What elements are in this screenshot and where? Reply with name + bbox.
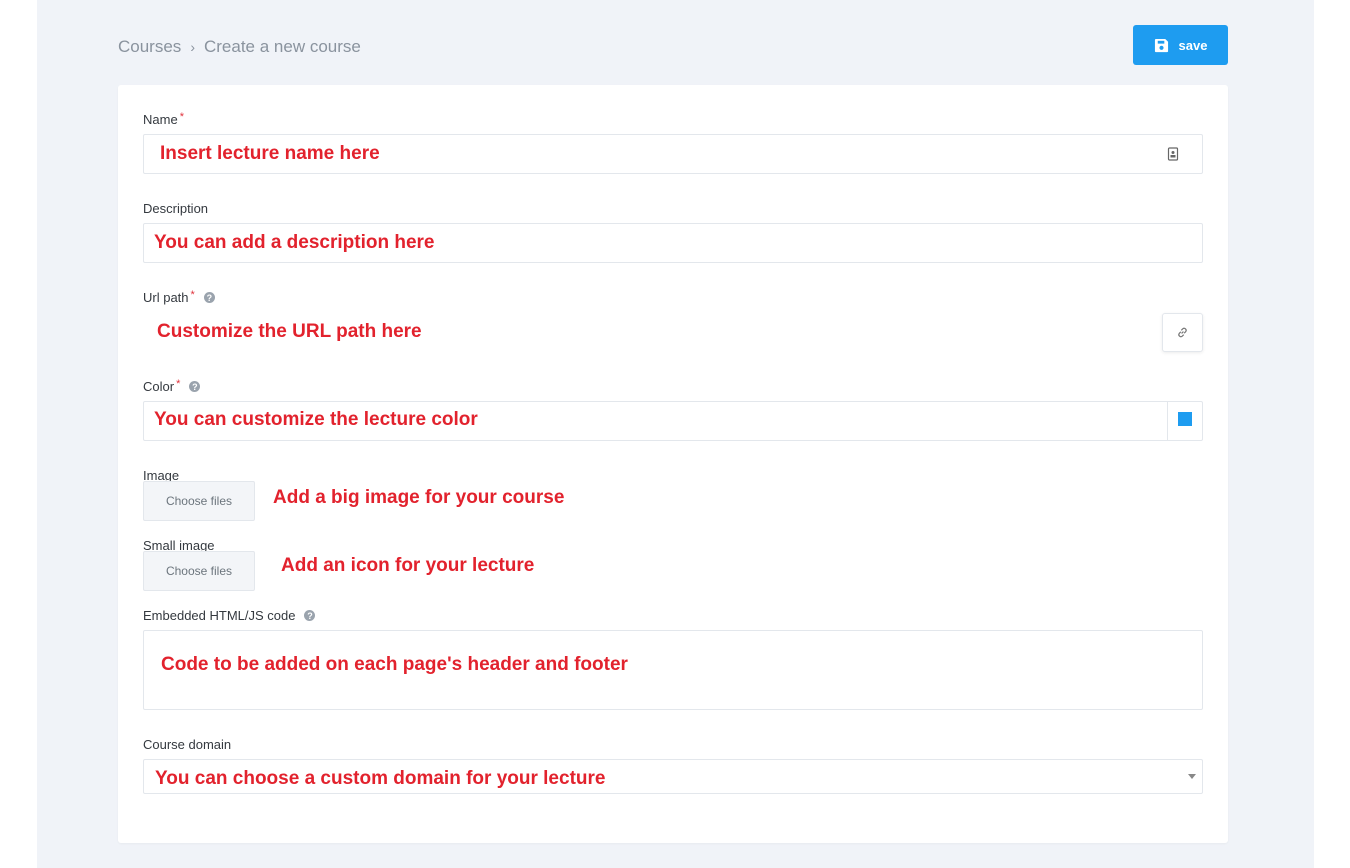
required-marker: * [179,111,184,123]
breadcrumb-current: Create a new course [203,37,361,56]
help-icon[interactable]: ? [203,292,215,303]
breadcrumb: Courses › Create a new course [118,36,361,58]
name-label: Name * [143,111,184,127]
image-choose-files-button[interactable]: Choose files [143,481,255,521]
help-icon[interactable]: ? [304,610,316,621]
save-button[interactable]: save [1133,25,1228,65]
breadcrumb-courses-link[interactable]: Courses [118,37,181,57]
course-domain-hint: You can choose a custom domain for your … [155,768,606,789]
course-form-card [118,85,1228,843]
color-hint: You can customize the lecture color [154,409,478,430]
link-button[interactable] [1162,313,1203,352]
image-hint: Add a big image for your course [273,487,565,508]
url-path-label: Url path * ? [143,289,215,305]
course-domain-label: Course domain [143,737,232,752]
chevron-down-icon [1188,774,1196,779]
description-hint: You can add a description here [154,232,435,253]
description-label: Description [143,201,209,216]
color-swatch [1178,411,1192,426]
contact-card-icon [1167,147,1179,161]
small-image-choose-files-button[interactable]: Choose files [143,551,255,591]
url-path-hint: Customize the URL path here [157,321,422,342]
required-marker: * [176,378,181,390]
color-picker-button[interactable] [1167,402,1202,441]
embedded-code-hint: Code to be added on each page's header a… [161,654,628,675]
small-image-hint: Add an icon for your lecture [281,555,535,576]
name-hint: Insert lecture name here [160,143,380,164]
color-label: Color * ? [143,378,201,394]
embedded-code-label: Embedded HTML/JS code ? [143,608,316,623]
link-icon [1178,327,1187,338]
floppy-disk-icon [1154,38,1168,52]
chevron-right-icon: › [190,39,195,55]
save-button-label: save [1178,37,1208,53]
required-marker: * [190,289,195,301]
help-icon[interactable]: ? [189,381,201,392]
